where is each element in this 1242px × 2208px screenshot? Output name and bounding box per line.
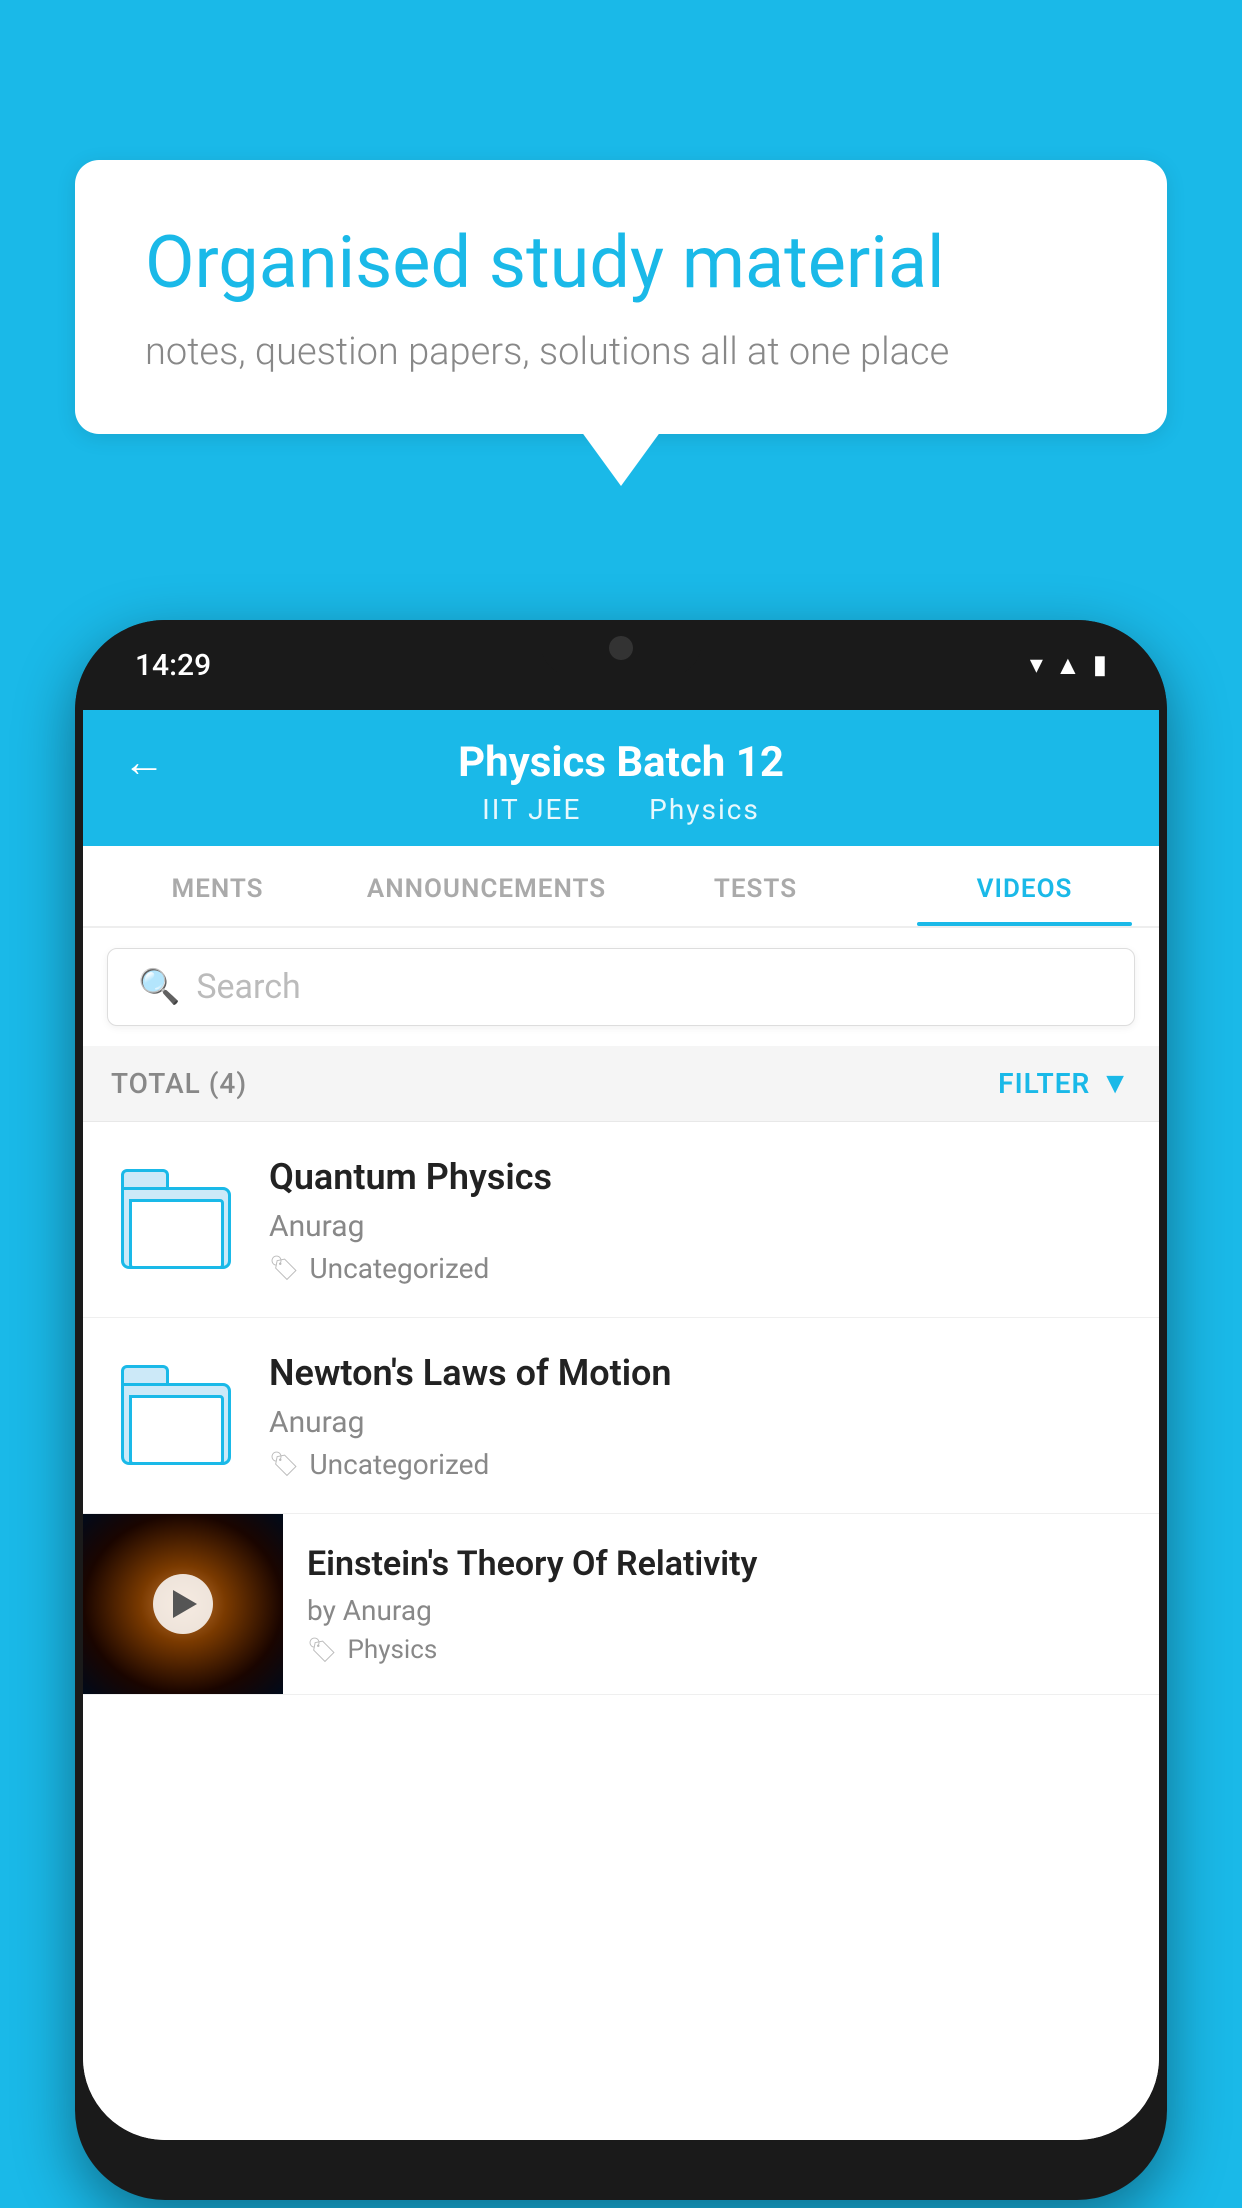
status-icons: ▾ ▲ ▮: [1030, 650, 1107, 681]
header-title: Physics Batch 12: [458, 738, 784, 787]
folder-icon: [121, 1365, 231, 1465]
speech-bubble-container: Organised study material notes, question…: [75, 160, 1167, 434]
phone-notch: [541, 620, 701, 675]
video-title: Einstein's Theory Of Relativity: [307, 1542, 1135, 1586]
filter-button[interactable]: FILTER ▼: [998, 1066, 1131, 1101]
tag-label: Physics: [347, 1635, 437, 1665]
video-info-einstein: Einstein's Theory Of Relativity by Anura…: [283, 1514, 1159, 1693]
search-bar[interactable]: 🔍 Search: [107, 948, 1135, 1026]
play-button[interactable]: [153, 1574, 213, 1634]
search-placeholder: Search: [196, 967, 300, 1007]
tab-ments[interactable]: MENTS: [83, 846, 352, 926]
video-info-quantum: Quantum Physics Anurag 🏷 Uncategorized: [269, 1154, 1131, 1285]
list-item[interactable]: Newton's Laws of Motion Anurag 🏷 Uncateg…: [83, 1318, 1159, 1514]
header-top: ← Physics Batch 12: [123, 738, 1119, 787]
header-subtitle-iitjee: IIT JEE: [482, 793, 581, 826]
phone-top-bezel: 14:29 ▾ ▲ ▮: [75, 620, 1167, 710]
phone-frame: 14:29 ▾ ▲ ▮ ← Physics Batch 12 IIT JEE P…: [75, 620, 1167, 2200]
tab-announcements[interactable]: ANNOUNCEMENTS: [352, 846, 621, 926]
filter-icon: ▼: [1100, 1066, 1131, 1101]
video-title: Quantum Physics: [269, 1154, 1131, 1201]
video-tag: 🏷 Physics: [307, 1635, 1135, 1665]
total-count: TOTAL (4): [111, 1067, 247, 1100]
video-thumbnail-einstein: [83, 1514, 283, 1694]
search-icon: 🔍: [138, 967, 180, 1007]
folder-front: [129, 1199, 224, 1269]
video-tag: 🏷 Uncategorized: [269, 1252, 1131, 1285]
app-header: ← Physics Batch 12 IIT JEE Physics: [83, 710, 1159, 846]
tag-icon: 🏷: [269, 1254, 299, 1282]
filter-label: FILTER: [998, 1067, 1090, 1100]
phone-screen: ← Physics Batch 12 IIT JEE Physics MENTS…: [83, 710, 1159, 2140]
tag-label: Uncategorized: [309, 1448, 489, 1481]
tag-label: Uncategorized: [309, 1252, 489, 1285]
video-author: Anurag: [269, 1209, 1131, 1244]
phone-bottom-bar: [83, 2080, 1159, 2140]
folder-icon: [121, 1169, 231, 1269]
battery-icon: ▮: [1093, 650, 1107, 680]
play-icon: [173, 1590, 197, 1618]
header-subtitle-physics: Physics: [649, 793, 760, 826]
folder-front: [129, 1395, 224, 1465]
header-subtitle: IIT JEE Physics: [474, 793, 768, 826]
video-title: Newton's Laws of Motion: [269, 1350, 1131, 1397]
back-button[interactable]: ←: [123, 738, 165, 787]
bubble-title: Organised study material: [145, 220, 1097, 306]
filter-row: TOTAL (4) FILTER ▼: [83, 1046, 1159, 1122]
video-tag: 🏷 Uncategorized: [269, 1448, 1131, 1481]
camera-dot: [609, 636, 633, 660]
bubble-subtitle: notes, question papers, solutions all at…: [145, 330, 1097, 374]
list-item[interactable]: Quantum Physics Anurag 🏷 Uncategorized: [83, 1122, 1159, 1318]
video-author: Anurag: [269, 1405, 1131, 1440]
signal-icon: ▲: [1055, 650, 1081, 681]
video-author: by Anurag: [307, 1594, 1135, 1627]
tabs-container: MENTS ANNOUNCEMENTS TESTS VIDEOS: [83, 846, 1159, 928]
search-container: 🔍 Search: [83, 928, 1159, 1046]
header-subtitle-sep: [606, 793, 624, 826]
status-time: 14:29: [135, 648, 211, 683]
wifi-icon: ▾: [1030, 650, 1043, 680]
video-info-newton: Newton's Laws of Motion Anurag 🏷 Uncateg…: [269, 1350, 1131, 1481]
tag-icon: 🏷: [307, 1636, 337, 1664]
speech-bubble: Organised study material notes, question…: [75, 160, 1167, 434]
tab-tests[interactable]: TESTS: [621, 846, 890, 926]
video-list: Quantum Physics Anurag 🏷 Uncategorized: [83, 1122, 1159, 2080]
list-item[interactable]: Einstein's Theory Of Relativity by Anura…: [83, 1514, 1159, 1695]
folder-thumbnail-quantum: [111, 1154, 241, 1284]
tag-icon: 🏷: [269, 1450, 299, 1478]
folder-thumbnail-newton: [111, 1350, 241, 1480]
tab-videos[interactable]: VIDEOS: [890, 846, 1159, 926]
